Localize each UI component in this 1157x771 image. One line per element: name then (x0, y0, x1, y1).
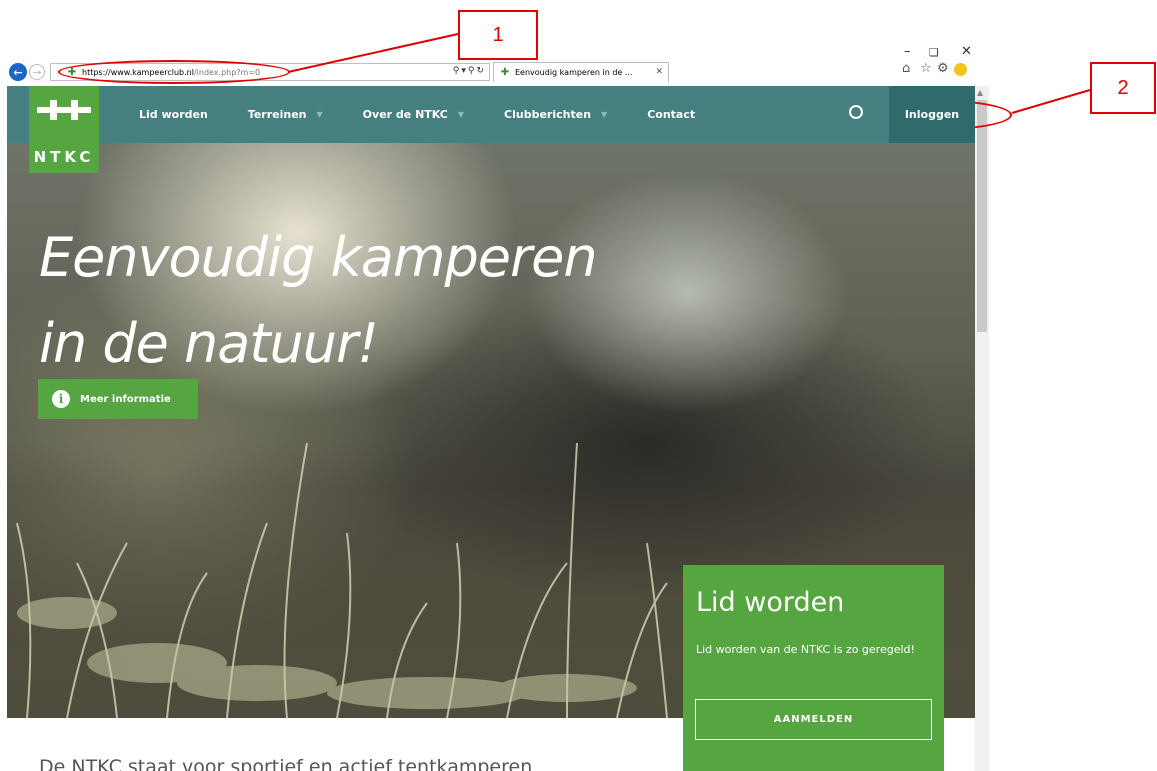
hero-title-line-1: Eenvoudig kamperen (39, 226, 598, 289)
nav-item-label: Lid worden (139, 108, 208, 121)
annotation-label-1: 1 (458, 10, 538, 60)
page-scrollbar[interactable]: ▲ (975, 86, 989, 771)
site-header: Lid worden Terreinen ▼ Over de NTKC ▼ Club… (7, 86, 975, 143)
tab-favicon-icon: ✚ (500, 67, 510, 78)
tab-close-icon[interactable]: ✕ (655, 67, 663, 77)
address-tools: ⚲▾⚲↻ (453, 66, 486, 76)
main-navigation: Lid worden Terreinen ▼ Over de NTKC ▼ Club… (139, 86, 735, 143)
site-search-icon[interactable] (849, 105, 863, 119)
home-icon[interactable]: ⌂ (902, 61, 910, 76)
minimize-icon[interactable]: – (904, 44, 911, 59)
logo-mark-icon (37, 100, 91, 120)
maximize-icon[interactable]: ❏ (929, 46, 939, 59)
nav-item-label: Terreinen (247, 108, 307, 121)
more-info-button[interactable]: i Meer informatie (38, 379, 198, 419)
more-info-label: Meer informatie (80, 393, 171, 405)
browser-tab[interactable]: ✚ Eenvoudig kamperen in de ... ✕ (493, 62, 669, 82)
nav-item-terreinen[interactable]: Terreinen ▼ (248, 108, 323, 121)
annotation-label-2: 2 (1090, 62, 1156, 114)
chevron-down-icon: ▼ (316, 110, 323, 119)
join-panel: Lid worden Lid worden van de NTKC is zo … (683, 565, 944, 771)
web-page: Lid worden Terreinen ▼ Over de NTKC ▼ Club… (7, 86, 975, 771)
close-icon[interactable]: ✕ (961, 44, 972, 59)
info-icon: i (52, 390, 70, 408)
hero-title: Eenvoudig kamperen in de natuur! (39, 215, 598, 387)
join-panel-title: Lid worden (696, 587, 845, 618)
login-button[interactable]: Inloggen (889, 86, 975, 143)
intro-text: De NTKC staat voor sportief en actief te… (39, 756, 533, 771)
gear-icon[interactable]: ⚙ (937, 61, 949, 76)
logo-text: NTKC (33, 148, 95, 166)
nav-item-over-de-ntkc[interactable]: Over de NTKC ▼ (363, 108, 464, 121)
refresh-icon[interactable]: ↻ (476, 66, 486, 76)
chevron-down-icon: ▼ (601, 110, 608, 119)
back-arrow-icon[interactable]: ← (9, 63, 27, 81)
nav-item-contact[interactable]: Contact (647, 108, 695, 121)
ntkc-logo[interactable]: NTKC (29, 86, 99, 173)
nav-item-clubberichten[interactable]: Clubberichten ▼ (504, 108, 607, 121)
nav-item-lid-worden[interactable]: Lid worden (139, 108, 208, 121)
scrollbar-thumb[interactable] (977, 100, 987, 332)
scroll-up-icon[interactable]: ▲ (977, 88, 983, 97)
smiley-icon[interactable] (954, 63, 967, 76)
chevron-down-icon: ▼ (457, 110, 465, 119)
nav-item-label: Contact (647, 108, 696, 121)
hero-title-line-2: in de natuur! (39, 312, 379, 375)
forward-arrow-icon[interactable]: → (29, 64, 45, 80)
join-panel-text: Lid worden van de NTKC is zo geregeld! (696, 643, 915, 656)
nav-item-label: Clubberichten (504, 108, 592, 121)
nav-item-label: Over de NTKC (362, 108, 448, 121)
star-icon[interactable]: ☆ (920, 61, 932, 76)
register-button[interactable]: AANMELDEN (695, 699, 932, 740)
tab-title: Eenvoudig kamperen in de ... (515, 68, 633, 77)
annotation-ellipse-address-bar (58, 60, 290, 84)
